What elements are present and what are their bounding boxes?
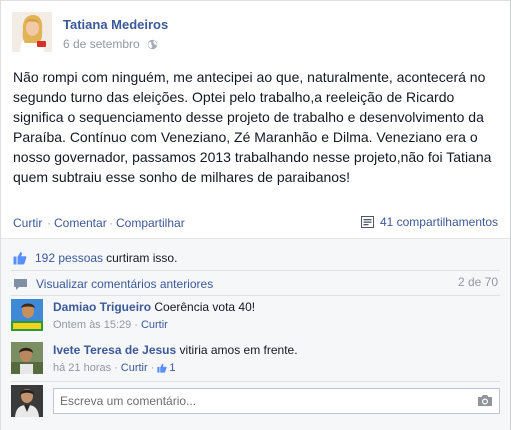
post-text-line: nosso governador, passamos 2013 trabalha… [13,149,492,165]
post-actions: Curtir · Comentar · Compartilhar 41 comp… [1,207,510,239]
likes-label: curtiram isso. [106,251,178,265]
likes-summary: 192 pessoas curtiram isso. [1,249,510,267]
share-button[interactable]: Compartilhar [116,216,185,230]
commenter-avatar[interactable] [11,342,43,374]
commenter-name[interactable]: Ivete Teresa de Jesus [53,343,176,357]
post-text-line: significa o sequenciamento desse projeto… [13,109,484,125]
comment-button[interactable]: Comentar [54,216,107,230]
globe-icon[interactable] [147,39,158,50]
post-text: Não rompi com ninguém, me antecipei ao q… [13,67,503,187]
author-name[interactable]: Tatiana Medeiros [63,17,168,32]
comment: Ivete Teresa de Jesus vitiria amos em fr… [11,342,500,384]
comments-panel: 192 pessoas curtiram isso. Visualizar co… [1,239,510,430]
likes-count-link[interactable]: 192 pessoas [35,251,103,265]
comment-meta: Ontem às 15:29 · Curtir [53,317,255,333]
post-date[interactable]: 6 de setembro [63,37,140,51]
post-text-line: quem subtraiu esse sonho de milhares de … [13,169,350,185]
comments-pager: 2 de 70 [457,275,498,289]
separator: · [109,216,113,230]
divider [11,270,500,271]
comment-time[interactable]: Ontem às 15:29 [53,317,131,333]
speech-bubble-icon [14,278,27,290]
camera-icon[interactable] [477,394,493,407]
post-text-line: segundo turno das eleições. Optei pelo t… [13,89,455,105]
separator: · [114,362,118,374]
post-header: Tatiana Medeiros 6 de setembro [11,9,491,59]
divider [11,295,500,296]
comment-body: Damiao Trigueiro Coerência vota 40! Onte… [53,299,255,333]
comment-likes-count: 1 [169,362,176,374]
thumbs-up-icon [13,252,27,265]
separator: · [134,319,138,331]
shares-count-link[interactable]: 41 compartilhamentos [360,215,498,229]
commenter-avatar[interactable] [11,299,43,331]
thumbs-up-icon [157,363,167,373]
comment-like-button[interactable]: Curtir [121,360,148,376]
viewer-avatar [11,385,43,417]
comment-input[interactable] [53,388,500,414]
comment-body: Ivete Teresa de Jesus vitiria amos em fr… [53,342,298,376]
view-previous-row: Visualizar comentários anteriores 2 de 7… [1,275,510,293]
post-text-line: Paraíba. Contínuo com Veneziano, Zé Mara… [13,129,478,145]
comment-like-button[interactable]: Curtir [141,317,168,333]
comment-likes-link[interactable]: 1 [157,360,175,376]
shares-count: 41 compartilhamentos [379,215,498,229]
author-avatar[interactable] [12,12,52,52]
comment: Damiao Trigueiro Coerência vota 40! Onte… [11,299,500,341]
write-comment-row [11,385,500,417]
share-icon [360,216,374,228]
separator: · [47,216,51,230]
comment-time[interactable]: há 21 horas [53,360,111,376]
divider [11,381,500,382]
post-text-line: Não rompi com ninguém, me antecipei ao q… [13,69,486,85]
comment-text: Coerência vota 40! [154,300,256,314]
like-button[interactable]: Curtir [13,216,42,230]
view-previous-comments-link[interactable]: Visualizar comentários anteriores [36,277,213,291]
comment-meta: há 21 horas · Curtir · 1 [53,360,298,376]
commenter-name[interactable]: Damiao Trigueiro [53,300,151,314]
separator: · [150,362,155,374]
post-card: Tatiana Medeiros 6 de setembro Não rompi… [0,0,511,430]
comment-text: vitiria amos em frente. [179,343,298,357]
post-meta: 6 de setembro [63,37,158,51]
